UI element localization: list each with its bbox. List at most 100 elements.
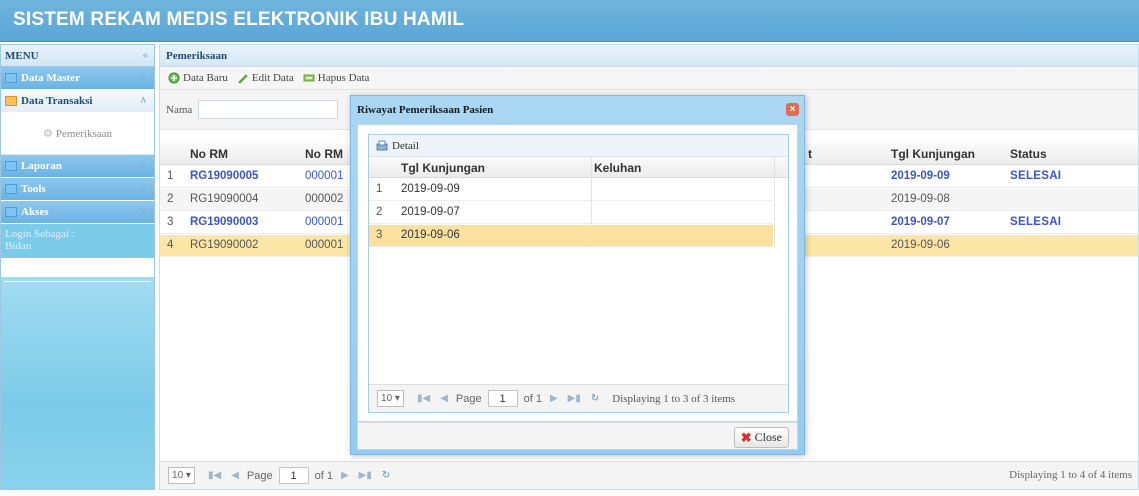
no-rm-cell: RG19090005 [190,170,259,182]
menu-header: MENU « [1,45,154,67]
folder-icon [5,161,17,171]
column-header[interactable]: Tgl Kunjungan [401,161,485,175]
column-divider [591,157,592,247]
column-header[interactable]: Keluhan [594,161,641,175]
delete-icon [303,72,315,84]
sidebar-item-label: Laporan [21,160,62,172]
chevron-down-icon: ∨ [139,160,147,171]
chevron-down-icon: ∨ [139,183,147,194]
delete-data-label: Hapus Data [317,72,370,84]
pagination-bar: 10 ▾ ▮◀ ◀ Page 1 of 1 ▶ ▶▮ ↻ Displaying … [160,461,1138,489]
sidebar-item-label: Data Master [21,72,80,84]
double-chevron-left-icon[interactable]: « [143,49,149,61]
row-number: 3 [167,216,174,228]
app-title: SISTEM REKAM MEDIS ELEKTRONIK IBU HAMIL [13,9,465,30]
visit-date-cell: 2019-09-08 [891,193,950,205]
folder-icon [5,184,17,194]
detail-label: Detail [392,139,419,152]
status-cell: SELESAI [1010,170,1062,182]
panel-title: Pemeriksaan [160,45,1138,67]
visit-date-cell: 2019-09-09 [401,183,460,195]
table-row[interactable]: 1 2019-09-09 [369,179,773,201]
main-toolbar: Data Baru Edit Data Hapus Data [160,67,1138,90]
close-icon: ✖ [740,429,752,445]
search-input[interactable] [198,100,339,119]
chevron-down-icon: ∨ [139,206,147,217]
sidebar-menu: MENU « Data Master ∨ Data Transaksi ∧ ⚙ … [0,44,155,490]
edit-data-label: Edit Data [251,72,294,84]
sidebar-subitem-pemeriksaan[interactable]: ⚙ Pemeriksaan [1,113,154,155]
history-grid: Detail Tgl Kunjungan Keluhan 1 2019-09-0… [368,134,789,413]
prev-page-icon[interactable]: ◀ [231,470,239,481]
chevron-down-icon: ∨ [139,72,147,83]
search-label: Nama [166,103,193,116]
edit-data-button[interactable]: Edit Data [237,72,294,84]
row-number: 2 [167,193,174,205]
new-data-button[interactable]: Data Baru [168,72,228,84]
menu-title: MENU [5,49,39,62]
column-divider [774,157,775,247]
refresh-icon[interactable]: ↻ [382,470,390,481]
page-size-value: 10 [172,470,184,481]
chevron-up-icon: ∧ [139,95,147,106]
no-rm-cell: RG19090003 [190,216,259,228]
next-page-icon[interactable]: ▶ [341,470,349,481]
sidebar-subitem-label: Pemeriksaan [55,127,113,140]
page-count-label: of 1 [523,392,542,405]
visit-date-cell: 2019-09-07 [401,206,460,218]
last-page-icon[interactable]: ▶▮ [359,470,372,481]
page-number-input[interactable]: 1 [487,390,518,407]
sidebar-item-akses[interactable]: Akses ∨ [1,201,154,224]
refresh-icon[interactable]: ↻ [591,393,599,404]
dialog-title: Riwayat Pemeriksaan Pasien [357,104,494,116]
column-header[interactable]: t [808,147,812,161]
sidebar-item-data-master[interactable]: Data Master ∨ [1,67,154,90]
page-size-select[interactable]: 10 ▾ [168,467,195,484]
login-role: Bidan [5,240,32,252]
pagination-bar: 10 ▾ ▮◀ ◀ Page 1 of 1 ▶ ▶▮ ↻ Displaying … [369,384,788,412]
printer-icon [375,140,389,152]
column-header[interactable]: No RM [190,147,228,161]
no-rm-cell: 000001 [305,170,344,182]
login-info: Login Sebagai : Bidan [1,224,154,258]
prev-page-icon[interactable]: ◀ [440,393,448,404]
row-number: 4 [167,239,174,251]
add-icon [168,72,180,84]
close-icon[interactable]: × [786,103,799,116]
no-rm-cell: RG19090002 [190,239,259,251]
no-rm-cell: 000001 [305,239,344,251]
first-page-icon[interactable]: ▮◀ [208,470,221,481]
dialog-button-bar: ✖ Close [357,422,798,450]
sidebar-item-tools[interactable]: Tools ∨ [1,178,154,201]
page-count-label: of 1 [314,469,333,482]
column-header[interactable]: Status [1010,147,1047,161]
pencil-icon [237,72,249,84]
dialog-body: Detail Tgl Kunjungan Keluhan 1 2019-09-0… [357,124,798,422]
login-label: Login Sebagai : [5,228,75,240]
column-header[interactable]: No RM [305,147,343,161]
folder-icon [5,96,17,106]
sidebar-item-data-transaksi[interactable]: Data Transaksi ∧ [1,90,154,113]
app-header: SISTEM REKAM MEDIS ELEKTRONIK IBU HAMIL [0,0,1139,42]
display-info: Displaying 1 to 4 of 4 items [1009,469,1132,481]
page-size-select[interactable]: 10 ▾ [377,390,404,407]
table-header: Tgl Kunjungan Keluhan [369,157,788,178]
table-row[interactable]: 3 2019-09-06 [369,225,773,247]
sidebar-item-laporan[interactable]: Laporan ∨ [1,155,154,178]
close-button[interactable]: ✖ Close [733,427,789,448]
display-info: Displaying 1 to 3 of 3 items [612,392,736,405]
row-number: 2 [376,206,383,218]
next-page-icon[interactable]: ▶ [550,393,558,404]
sidebar-item-label: Data Transaksi [21,95,93,107]
detail-button[interactable]: Detail [369,135,788,157]
history-dialog: Riwayat Pemeriksaan Pasien × Detail Tgl … [350,95,805,455]
page-number-input[interactable]: 1 [278,467,309,484]
delete-data-button[interactable]: Hapus Data [303,72,370,84]
column-header[interactable]: Tgl Kunjungan [891,147,975,161]
page-label: Page [455,392,482,405]
last-page-icon[interactable]: ▶▮ [568,393,581,404]
visit-date-cell: 2019-09-07 [891,216,950,228]
no-rm-cell: 000001 [305,216,344,228]
first-page-icon[interactable]: ▮◀ [417,393,430,404]
table-row[interactable]: 2 2019-09-07 [369,202,773,224]
